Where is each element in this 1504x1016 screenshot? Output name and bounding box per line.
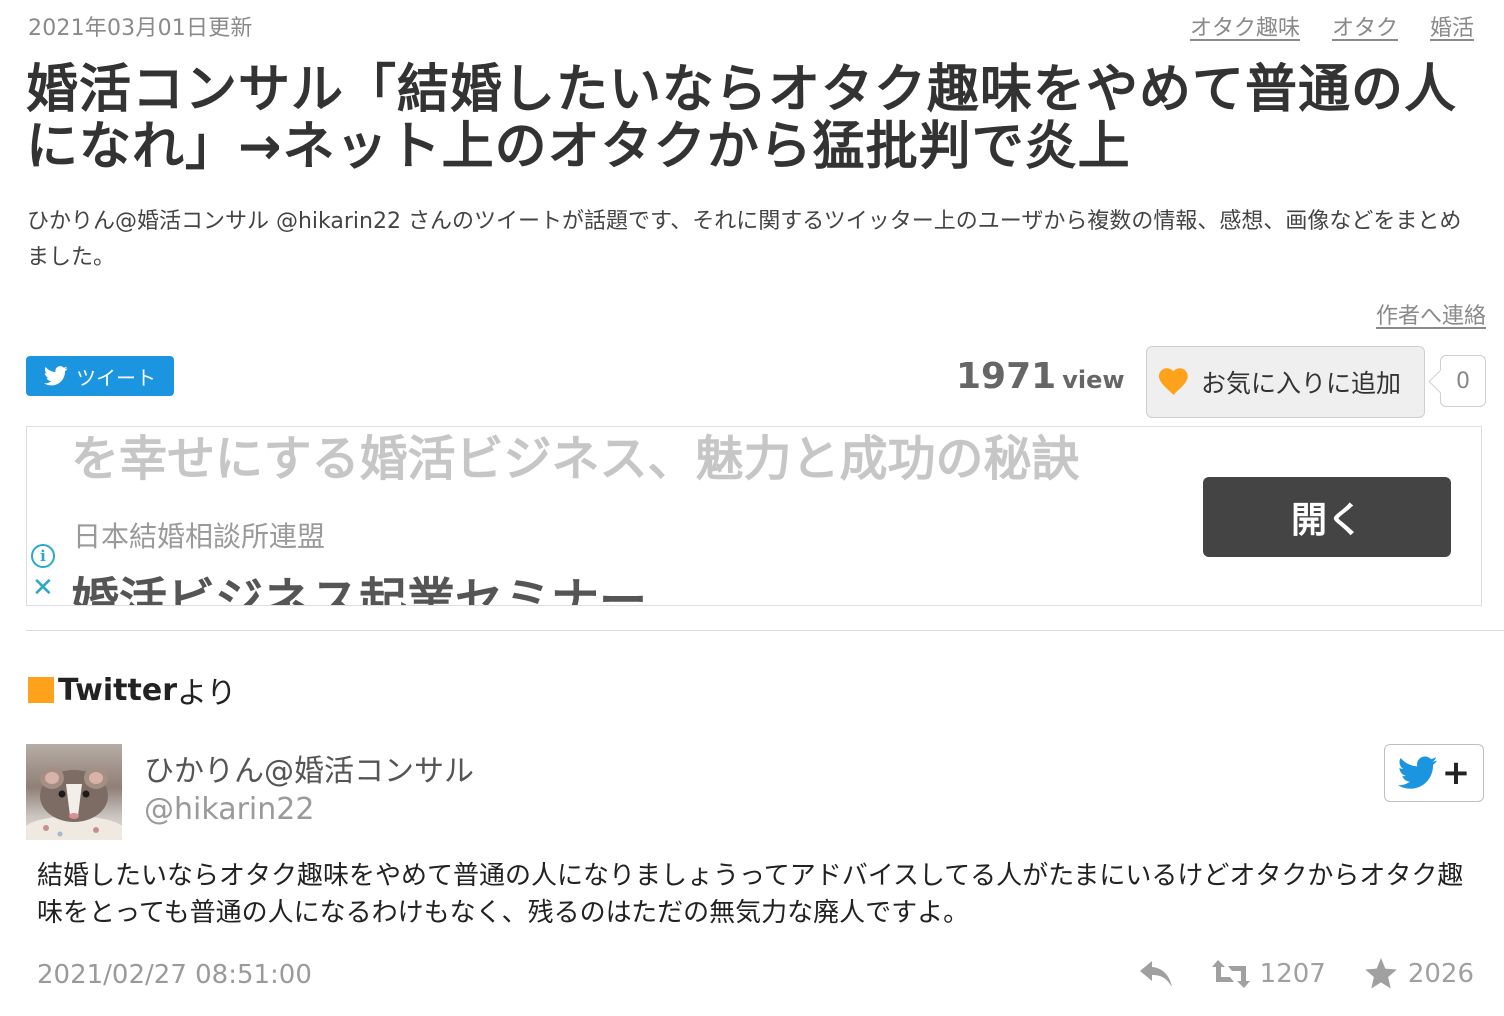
ad-close-icon[interactable]: ✕ xyxy=(32,575,54,601)
contact-author-link[interactable]: 作者へ連絡 xyxy=(1376,298,1486,330)
ad-info-icon[interactable]: i xyxy=(31,544,55,568)
article-page: 2021年03月01日更新 オタク趣味 オタク 婚活 婚活コンサル「結婚したいな… xyxy=(0,0,1504,1016)
view-count-unit: view xyxy=(1062,366,1125,394)
article-lead: ひかりん@婚活コンサル @hikarin22 さんのツイートが話題です、それに関… xyxy=(27,209,1462,270)
tweet-date[interactable]: 2021/02/27 08:51:00 xyxy=(37,960,312,990)
updated-date: 2021年03月01日更新 xyxy=(28,16,253,41)
star-icon xyxy=(1364,958,1397,989)
favorite-count-badge: 0 xyxy=(1440,355,1486,407)
retweet-button[interactable]: 1207 xyxy=(1211,959,1326,989)
ad-headline: 婚活ビジネス起業セミナー xyxy=(71,573,648,606)
twitter-bird-icon xyxy=(44,366,68,386)
rat-avatar-image xyxy=(26,767,122,840)
tweet-author-name[interactable]: ひかりん@婚活コンサル xyxy=(144,746,474,790)
tag-link[interactable]: オタク趣味 xyxy=(1190,10,1300,42)
ad-sponsor: 日本結婚相談所連盟 xyxy=(73,520,326,553)
article-title: 婚活コンサル「結婚したいならオタク趣味をやめて普通の人になれ」→ネット上のオタク… xyxy=(26,60,1458,177)
plus-icon: + xyxy=(1441,753,1471,793)
section-title: Twitter より xyxy=(28,668,236,712)
twitter-bird-icon xyxy=(1397,756,1438,789)
tweet-button[interactable]: ツイート xyxy=(26,356,174,396)
divider xyxy=(26,630,1504,631)
view-count: 1971 view xyxy=(956,356,1125,397)
ad-top-text: を幸せにする婚活ビジネス、魅力と成功の秘訣 xyxy=(71,431,1080,487)
like-count: 2026 xyxy=(1407,959,1474,989)
reply-button[interactable] xyxy=(1138,959,1174,989)
heart-icon xyxy=(1159,368,1188,396)
avatar[interactable] xyxy=(26,744,122,840)
tweet-actions: 1207 2026 xyxy=(1138,958,1474,990)
view-count-number: 1971 xyxy=(956,356,1057,397)
like-button[interactable]: 2026 xyxy=(1364,958,1474,990)
retweet-count: 1207 xyxy=(1259,959,1326,989)
tag-link[interactable]: オタク xyxy=(1332,10,1398,42)
tag-link[interactable]: 婚活 xyxy=(1430,10,1474,42)
tag-list: オタク趣味 オタク 婚活 xyxy=(1190,10,1474,42)
add-favorite-label: お気に入りに追加 xyxy=(1201,369,1402,398)
retweet-icon xyxy=(1211,960,1250,988)
tweet-author-handle[interactable]: @hikarin22 xyxy=(144,792,314,827)
tweet-button-label: ツイート xyxy=(76,365,156,390)
reply-icon xyxy=(1139,961,1172,987)
ad-open-button[interactable]: 開く xyxy=(1203,477,1451,557)
section-title-rest: より xyxy=(177,676,237,711)
ad-banner[interactable]: を幸せにする婚活ビジネス、魅力と成功の秘訣 日本結婚相談所連盟 婚活ビジネス起業… xyxy=(26,426,1482,606)
follow-button[interactable]: + xyxy=(1384,744,1484,802)
section-title-bold: Twitter xyxy=(58,672,177,708)
tweet-text: 結婚したいならオタク趣味をやめて普通の人になりましょうってアドバイスしてる人がた… xyxy=(37,861,1464,928)
add-favorite-button[interactable]: お気に入りに追加 xyxy=(1146,346,1425,418)
section-square-icon xyxy=(28,677,54,703)
